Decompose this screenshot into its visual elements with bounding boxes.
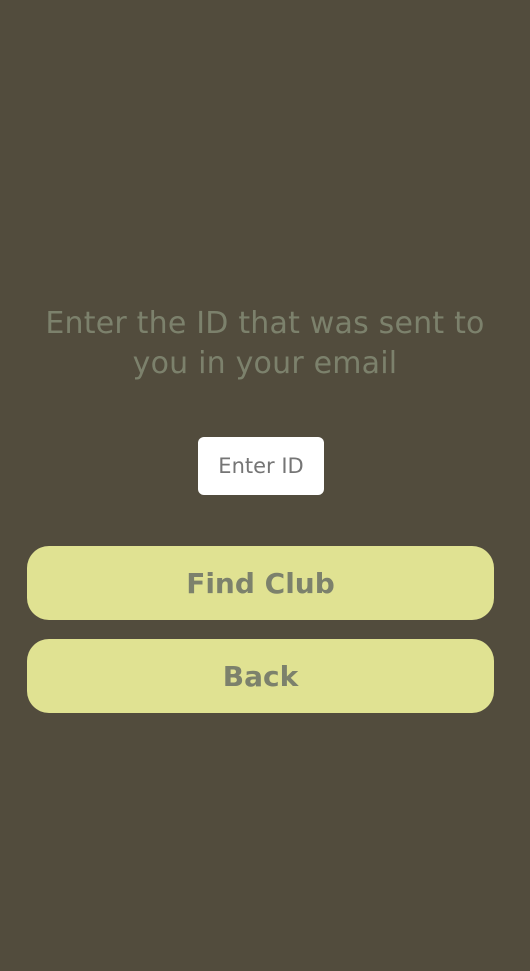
find-club-button[interactable]: Find Club <box>27 546 494 620</box>
id-instruction-text: Enter the ID that was sent to you in you… <box>45 306 485 381</box>
club-id-input[interactable] <box>198 437 324 495</box>
back-button[interactable]: Back <box>27 639 494 713</box>
